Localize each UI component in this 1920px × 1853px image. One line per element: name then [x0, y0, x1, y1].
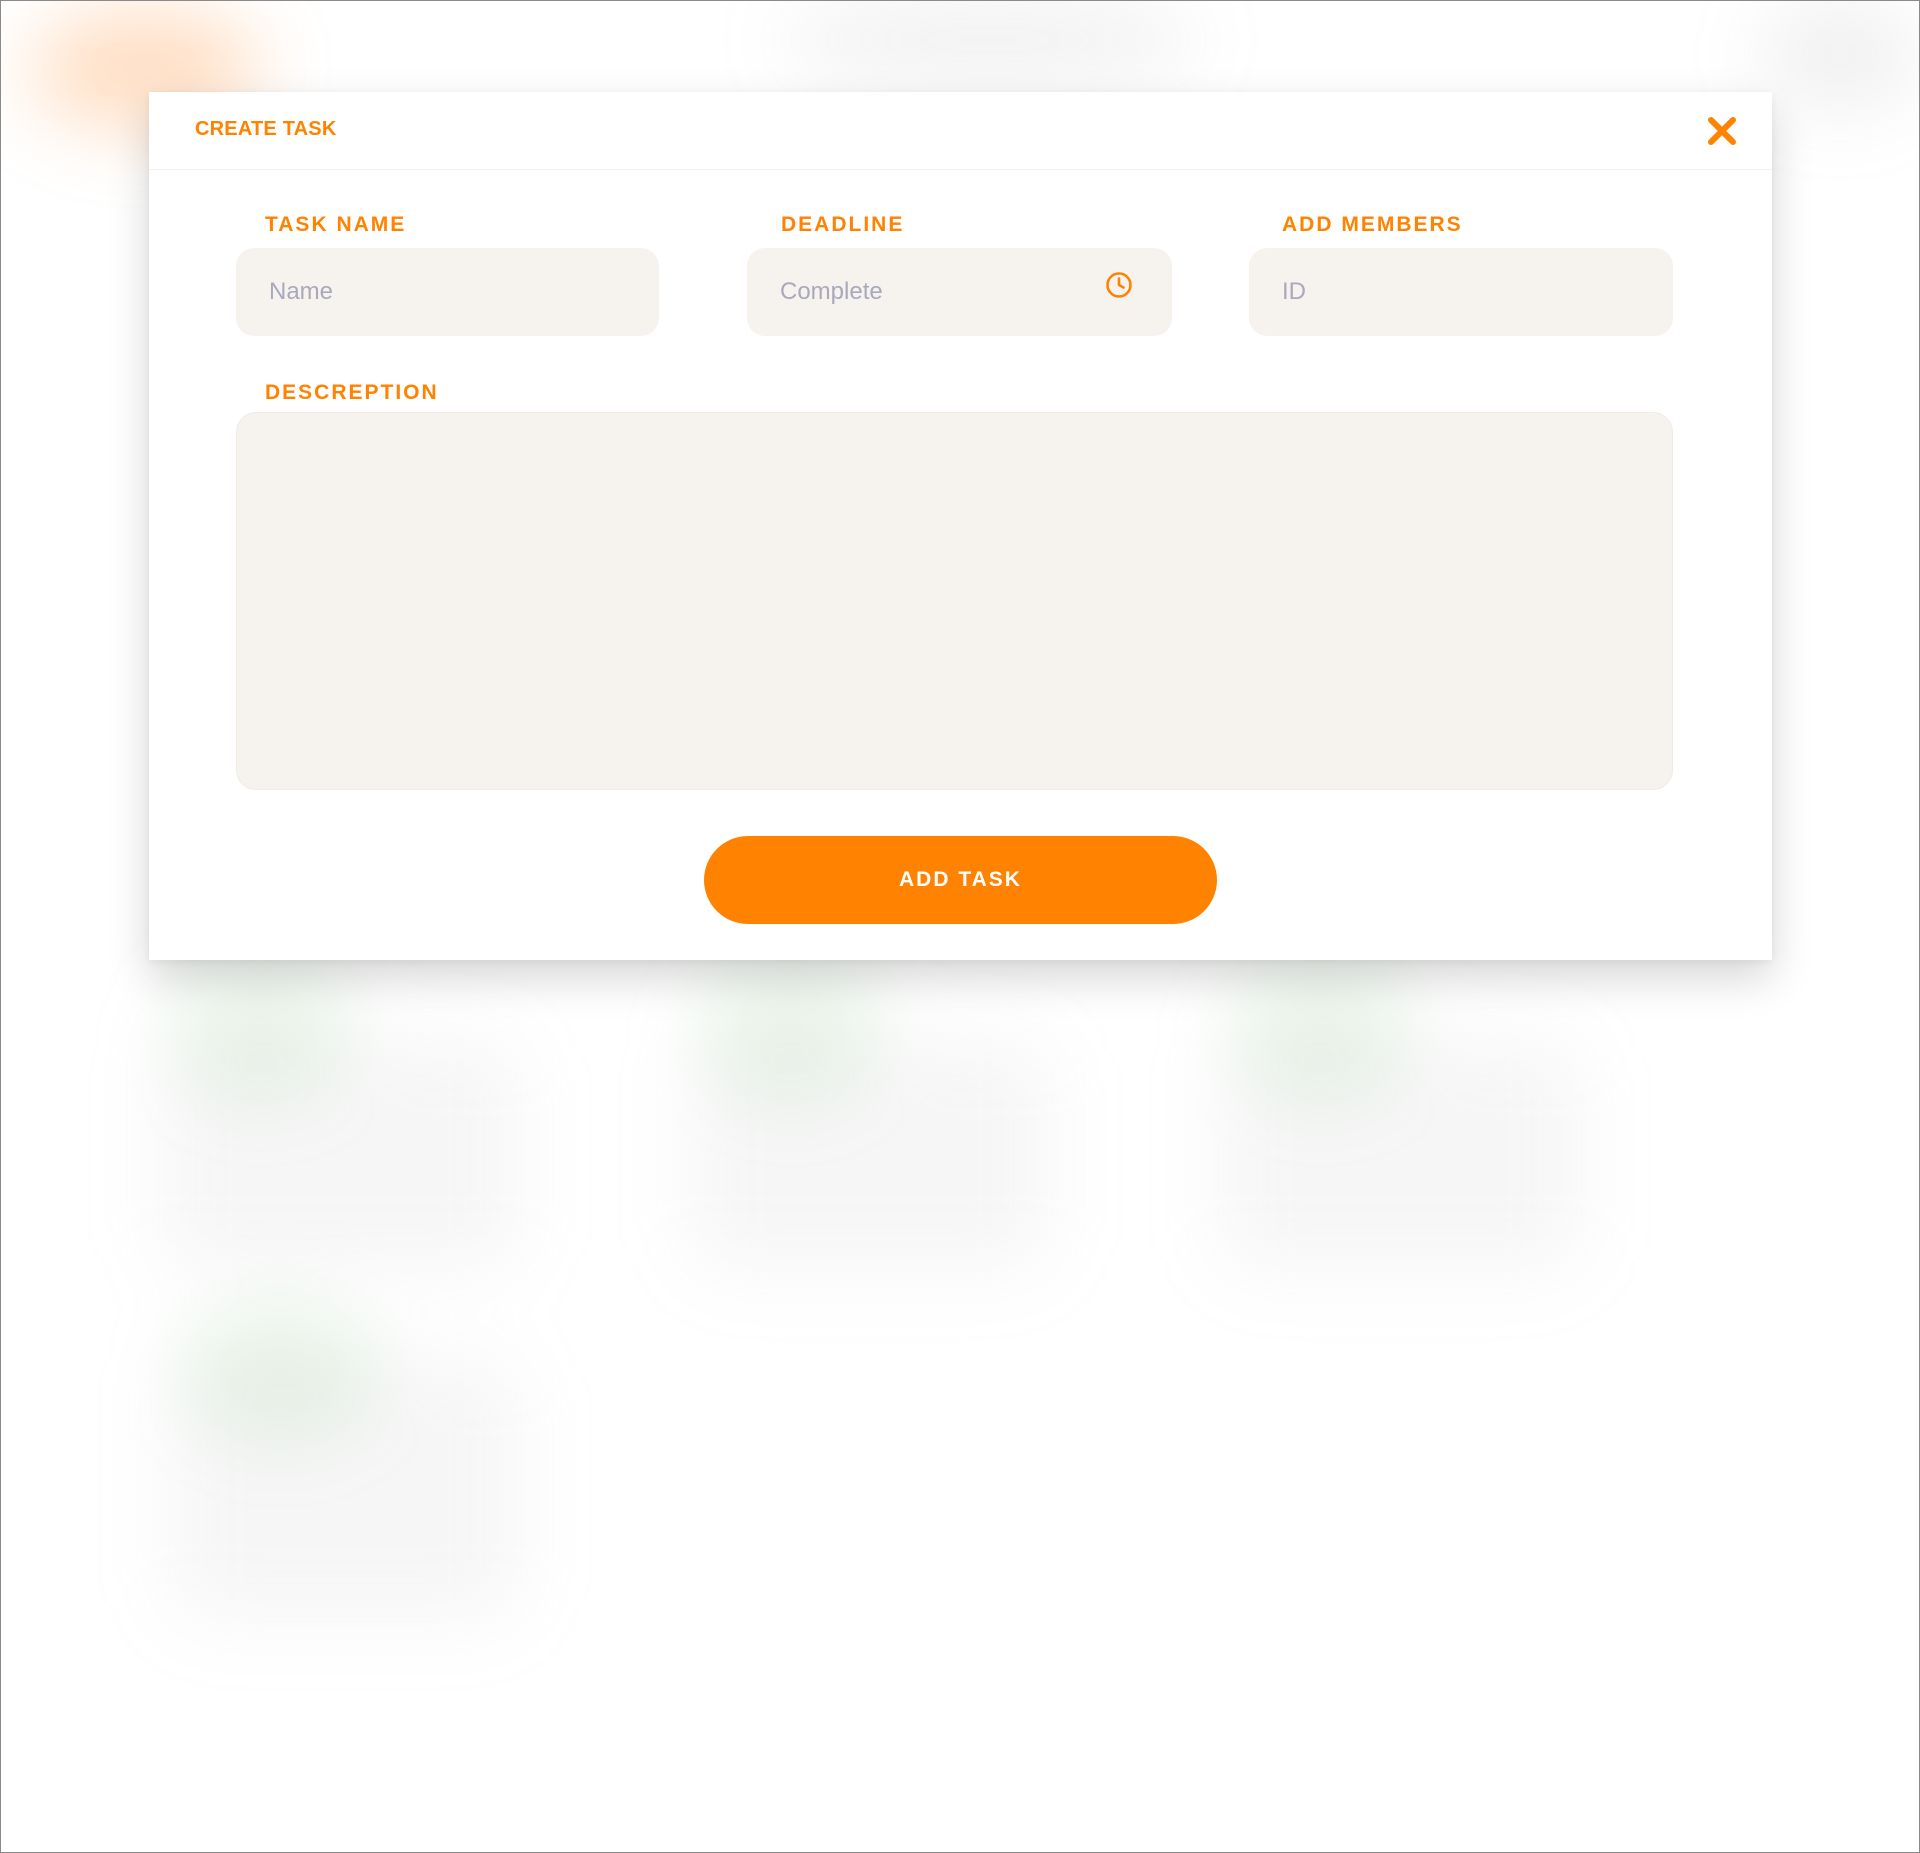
members-id-input[interactable] [1249, 248, 1673, 336]
add-task-button[interactable]: ADD TASK [704, 836, 1217, 924]
close-button[interactable] [1706, 115, 1738, 147]
add-members-label: ADD MEMBERS [1282, 213, 1463, 236]
description-label: DESCREPTION [265, 381, 439, 404]
dialog-header: CREATE TASK [149, 92, 1772, 170]
close-icon [1708, 117, 1736, 145]
task-name-label: TASK NAME [265, 213, 407, 236]
description-textarea[interactable] [236, 412, 1673, 790]
dialog-title: CREATE TASK [195, 118, 337, 140]
task-name-input[interactable] [236, 248, 659, 336]
create-task-dialog: CREATE TASK TASK NAME DEADLINE ADD MEMBE… [149, 92, 1772, 960]
deadline-label: DEADLINE [781, 213, 905, 236]
clock-icon[interactable] [1104, 270, 1134, 300]
